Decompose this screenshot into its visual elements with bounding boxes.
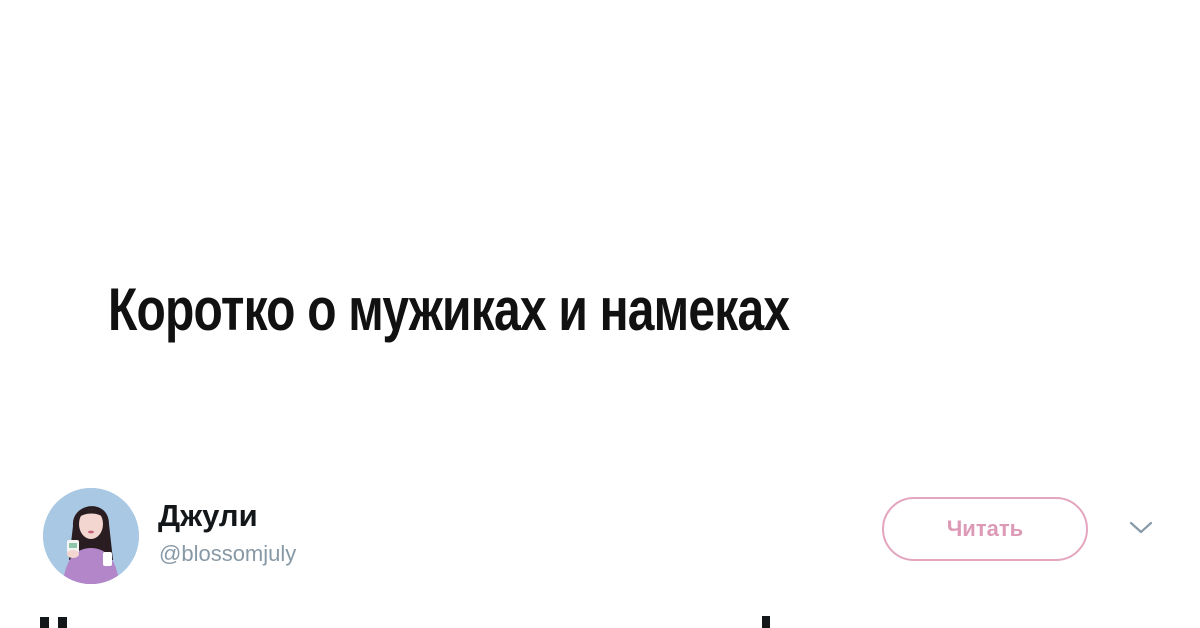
- follow-button-label: Читать: [946, 516, 1024, 541]
- tweet-text-cropped: [40, 612, 1200, 628]
- avatar-illustration-icon: [43, 488, 139, 584]
- follow-button[interactable]: Читать: [882, 497, 1088, 561]
- headline: Коротко о мужиках и намеках: [108, 276, 790, 343]
- cropped-text-glyphs-icon: [40, 616, 770, 628]
- avatar[interactable]: [43, 488, 139, 584]
- chevron-down-icon[interactable]: [1128, 520, 1154, 536]
- author-name[interactable]: Джули: [158, 498, 258, 534]
- meme-card: Коротко о мужиках и намеках Джули @bloss…: [0, 0, 1200, 628]
- tweet-card: Джули @blossomjuly Читать: [0, 480, 1200, 628]
- author-handle[interactable]: @blossomjuly: [159, 540, 296, 568]
